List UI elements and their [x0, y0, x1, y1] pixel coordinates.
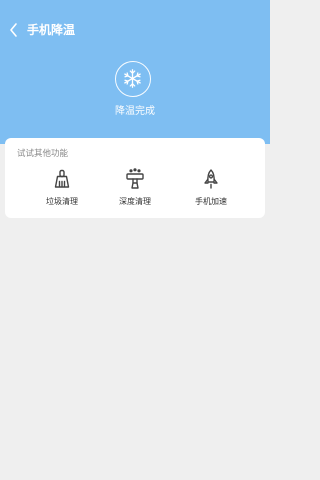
- deep-clean-brush-icon: [124, 168, 146, 190]
- rocket-icon: [200, 168, 222, 190]
- feature-label: 手机加速: [195, 197, 227, 206]
- status-icon-ring: [115, 61, 151, 97]
- page-title: 手机降温: [27, 23, 76, 37]
- status-text: 降温完成: [115, 106, 155, 117]
- header: 手机降温 降温完成: [0, 0, 270, 144]
- feature-label: 深度清理: [119, 197, 151, 206]
- feature-label: 垃圾清理: [46, 197, 78, 206]
- snowflake-icon: [124, 69, 141, 88]
- feature-junk-clean[interactable]: 垃圾清理: [32, 168, 92, 214]
- back-button[interactable]: [7, 21, 23, 39]
- chevron-left-icon: [10, 23, 17, 37]
- broom-icon: [51, 168, 73, 190]
- card-title: 试试其他功能: [17, 149, 69, 159]
- feature-deep-clean[interactable]: 深度清理: [105, 168, 165, 214]
- feature-speed-up[interactable]: 手机加速: [181, 168, 241, 214]
- other-features-card: 试试其他功能 垃圾清理 深度清理 手机加速: [5, 138, 265, 218]
